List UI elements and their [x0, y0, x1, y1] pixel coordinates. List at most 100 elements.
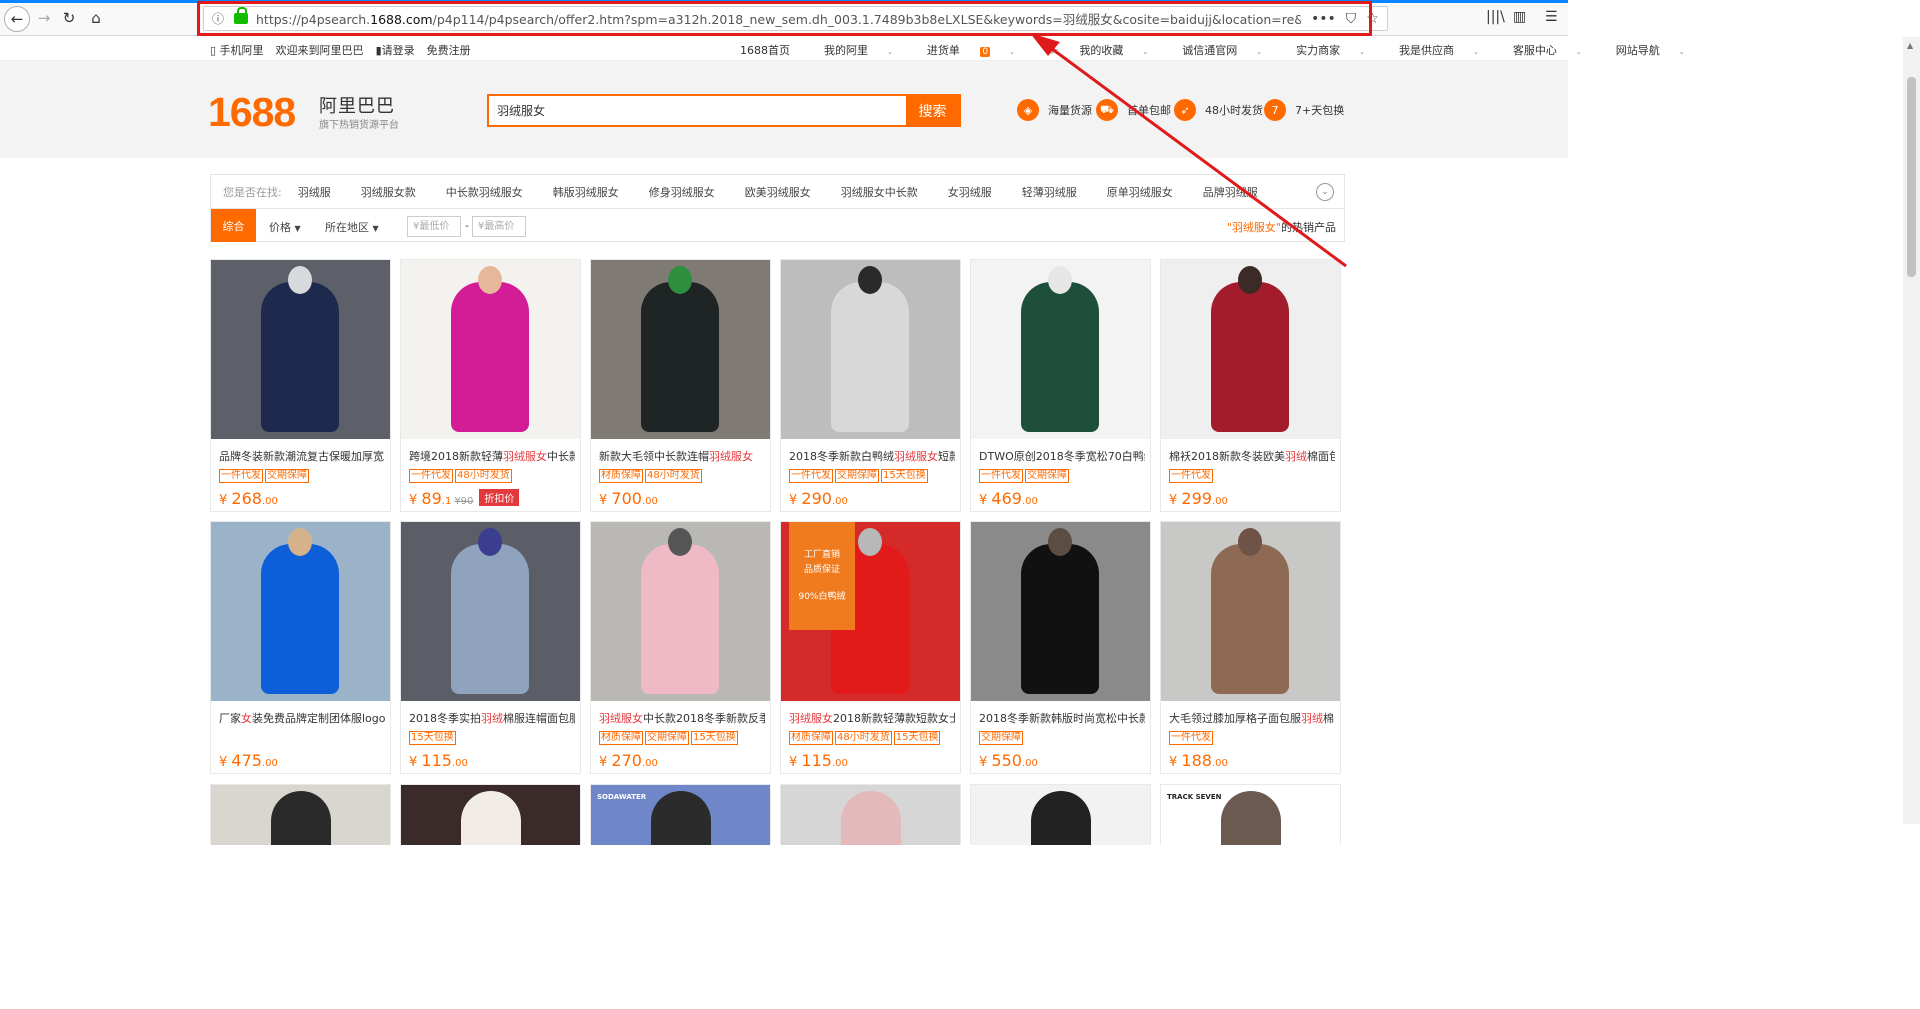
product-image[interactable]	[781, 260, 960, 439]
menu-icon[interactable]: ☰	[1545, 9, 1558, 25]
top-link[interactable]: ▯ 手机阿里	[210, 42, 264, 58]
product-title[interactable]: 品牌冬装新款潮流复古保暖加厚宽...	[219, 448, 385, 464]
max-price-input[interactable]: ¥最高价	[472, 216, 526, 237]
suggest-keyword[interactable]: 原单羽绒服女	[1107, 184, 1173, 200]
top-link[interactable]: 免费注册	[427, 42, 471, 58]
product-image[interactable]	[401, 522, 580, 701]
top-nav-item[interactable]: 网站导航 ⌄	[1616, 42, 1702, 58]
product-title[interactable]: 2018冬季新款白鸭绒羽绒服女短款...	[789, 448, 955, 464]
product-card[interactable]: TRACK SEVEN	[1160, 784, 1341, 845]
product-card[interactable]: 2018冬季新款韩版时尚宽松中长款... 交期保障 ¥ 550.00	[970, 521, 1151, 774]
top-nav-item[interactable]: 进货单 0 ⌄	[927, 42, 1032, 58]
product-image[interactable]: TRACK SEVEN	[1161, 785, 1340, 845]
product-title[interactable]: 大毛领过膝加厚格子面包服羽绒棉...	[1169, 710, 1335, 726]
product-title[interactable]: 羽绒服女2018新款轻薄款短款女士...	[789, 710, 955, 726]
info-icon[interactable]: ⓘ	[212, 10, 228, 27]
product-card[interactable]: 棉袄2018新款冬装欧美羽绒棉面包... 一件代发 ¥ 299.00	[1160, 259, 1341, 512]
product-image[interactable]	[591, 522, 770, 701]
scroll-thumb[interactable]	[1907, 77, 1916, 277]
top-nav-item[interactable]: 我的阿里 ⌄	[824, 42, 910, 58]
product-card[interactable]: 新款大毛领中长款连帽羽绒服女 材质保障 48小时发货 ¥ 700.00	[590, 259, 771, 512]
top-nav-item[interactable]: 诚信通官网 ⌄	[1182, 42, 1279, 58]
product-title[interactable]: 棉袄2018新款冬装欧美羽绒棉面包...	[1169, 448, 1335, 464]
product-card[interactable]: 工厂直销品质保证90%白鸭绒羽绒服女2018新款轻薄款短款女士...材质保障48…	[780, 521, 961, 774]
top-nav-item[interactable]: ☆ 我的收藏 ⌄	[1049, 42, 1165, 58]
suggest-keyword[interactable]: 羽绒服女款	[361, 184, 416, 200]
suggest-keyword[interactable]: 修身羽绒服女	[649, 184, 715, 200]
product-card[interactable]: 羽绒服女中长款2018冬季新款反季...材质保障交期保障15天包换¥ 270.0…	[590, 521, 771, 774]
product-image[interactable]	[971, 785, 1150, 845]
product-image[interactable]	[1161, 260, 1340, 439]
top-link[interactable]: 欢迎来到阿里巴巴	[276, 42, 364, 58]
product-image[interactable]	[1161, 522, 1340, 701]
search-button[interactable]: 搜索	[906, 96, 959, 125]
product-title[interactable]: 跨境2018新款轻薄羽绒服女中长款...	[409, 448, 575, 464]
product-card[interactable]: 2018冬季实拍羽绒棉服连帽面包服短... 15天包换 ¥ 115.00	[400, 521, 581, 774]
suggest-keyword[interactable]: 中长款羽绒服女	[446, 184, 523, 200]
product-card[interactable]	[400, 784, 581, 845]
product-image[interactable]	[401, 260, 580, 439]
price-cents: .00	[1021, 758, 1038, 769]
suggest-keyword[interactable]: 轻薄羽绒服	[1022, 184, 1077, 200]
product-image[interactable]: 工厂直销 品质保证 90%白鸭绒	[781, 522, 960, 701]
logo-name[interactable]: 阿里巴巴	[319, 92, 395, 118]
product-image[interactable]	[971, 260, 1150, 439]
suggest-keyword[interactable]: 韩版羽绒服女	[553, 184, 619, 200]
product-image[interactable]: SODAWATER	[591, 785, 770, 845]
url-bar[interactable]: ⓘ https://p4psearch.1688.com/p4p114/p4ps…	[203, 6, 1388, 31]
product-card[interactable]	[780, 784, 961, 845]
suggest-keyword[interactable]: 羽绒服	[298, 184, 331, 200]
more-actions-icon[interactable]: •••	[1311, 11, 1336, 27]
suggest-keyword[interactable]: 品牌羽绒服	[1203, 184, 1258, 200]
product-card[interactable]: DTWO原创2018冬季宽松70白鸭绒... 一件代发交期保障 ¥ 469.00	[970, 259, 1151, 512]
tab-region[interactable]: 所在地区 ▼	[325, 219, 379, 235]
reload-button[interactable]: ↻	[57, 7, 81, 29]
product-card[interactable]: 大毛领过膝加厚格子面包服羽绒棉... 一件代发 ¥ 188.00	[1160, 521, 1341, 774]
product-image[interactable]	[401, 785, 580, 845]
lock-icon[interactable]	[234, 7, 248, 24]
product-card[interactable]: 跨境2018新款轻薄羽绒服女中长款... 一件代发48小时发货 ¥ 89.1¥90 折…	[400, 259, 581, 512]
tab-comprehensive[interactable]: 综合	[211, 209, 256, 242]
suggest-keyword[interactable]: 欧美羽绒服女	[745, 184, 811, 200]
product-title[interactable]: 羽绒服女中长款2018冬季新款反季...	[599, 710, 765, 726]
suggest-keyword[interactable]: 女羽绒服	[948, 184, 992, 200]
logo-number[interactable]: 1688	[208, 89, 296, 136]
product-card[interactable]: 厂家女装免费品牌定制团体服logo2... ¥ 475.00	[210, 521, 391, 774]
product-image[interactable]	[211, 785, 390, 845]
product-image[interactable]	[591, 260, 770, 439]
product-image[interactable]	[211, 522, 390, 701]
home-button[interactable]: ⌂	[84, 7, 108, 29]
back-button[interactable]: ←	[4, 6, 30, 32]
url-text[interactable]: https://p4psearch.1688.com/p4p114/p4psea…	[256, 9, 1301, 28]
top-nav-item[interactable]: 客服中心 ⌄	[1513, 42, 1599, 58]
product-title[interactable]: 新款大毛领中长款连帽羽绒服女	[599, 448, 765, 464]
product-card[interactable]: 品牌冬装新款潮流复古保暖加厚宽... 一件代发 交期保障 ¥ 268.00	[210, 259, 391, 512]
library-icon[interactable]: |||\	[1486, 9, 1505, 25]
product-title[interactable]: 2018冬季实拍羽绒棉服连帽面包服短...	[409, 710, 575, 726]
bookmark-star-icon[interactable]: ☆	[1366, 11, 1379, 27]
product-title[interactable]: 2018冬季新款韩版时尚宽松中长款...	[979, 710, 1145, 726]
page-scrollbar[interactable]: ▲	[1903, 37, 1920, 824]
product-image[interactable]	[211, 260, 390, 439]
suggest-keyword[interactable]: 羽绒服女中长款	[841, 184, 918, 200]
product-title[interactable]: 厂家女装免费品牌定制团体服logo2...	[219, 710, 385, 726]
product-card[interactable]: SODAWATER	[590, 784, 771, 845]
min-price-input[interactable]: ¥最低价	[407, 216, 461, 237]
tab-price[interactable]: 价格 ▼	[269, 219, 301, 235]
top-nav-item[interactable]: 我是供应商 ⌄	[1399, 42, 1496, 58]
top-nav-item[interactable]: 1688首页	[740, 42, 807, 58]
product-card[interactable]	[970, 784, 1151, 845]
product-card[interactable]	[210, 784, 391, 845]
top-link[interactable]: ▮请登录	[376, 42, 415, 58]
product-image[interactable]	[781, 785, 960, 845]
chevron-down-icon[interactable]: ⌄	[1316, 183, 1334, 201]
scroll-up-icon[interactable]: ▲	[1907, 41, 1913, 50]
product-card[interactable]: 2018冬季新款白鸭绒羽绒服女短款... 一件代发交期保障15天包换 ¥ 290.0…	[780, 259, 961, 512]
top-nav-item[interactable]: 实力商家 ⌄	[1296, 42, 1382, 58]
search-input[interactable]	[489, 96, 906, 125]
pocket-icon[interactable]: ⛉	[1346, 11, 1357, 27]
sidebar-icon[interactable]: ▥	[1513, 9, 1526, 25]
forward-button[interactable]: →	[32, 7, 56, 29]
product-image[interactable]	[971, 522, 1150, 701]
product-title[interactable]: DTWO原创2018冬季宽松70白鸭绒...	[979, 448, 1145, 464]
